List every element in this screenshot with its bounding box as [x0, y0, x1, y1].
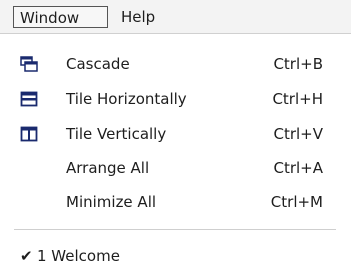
menu-help-label: Help: [121, 8, 156, 26]
menu-item-label: Minimize All: [66, 193, 157, 211]
menu-item-label: 1 Welcome: [37, 247, 120, 265]
menu-item-shortcut: Ctrl+H: [272, 90, 323, 108]
menu-bar: Window Help: [0, 0, 351, 33]
menu-item-tile-horizontally[interactable]: Tile Horizontally Ctrl+H: [0, 84, 351, 114]
menu-item-label: Tile Vertically: [66, 125, 167, 143]
menu-window[interactable]: Window: [13, 6, 108, 28]
menu-item-shortcut: Ctrl+A: [273, 159, 323, 177]
menu-item-tile-vertically[interactable]: Tile Vertically Ctrl+V: [0, 119, 351, 149]
menu-item-shortcut: Ctrl+V: [273, 125, 323, 143]
cascade-icon: [20, 56, 38, 72]
menu-item-window-welcome[interactable]: ✔ 1 Welcome: [0, 241, 351, 271]
menu-window-label: Window: [20, 9, 80, 27]
tile-horizontal-icon: [20, 91, 38, 107]
menu-item-label: Arrange All: [66, 159, 150, 177]
tile-vertical-icon: [20, 126, 38, 142]
menu-help[interactable]: Help: [115, 6, 161, 28]
menu-item-shortcut: Ctrl+M: [270, 193, 323, 211]
menu-item-cascade[interactable]: Cascade Ctrl+B: [0, 49, 351, 79]
menu-item-label: Cascade: [66, 55, 130, 73]
menu-item-label: Tile Horizontally: [66, 90, 187, 108]
menu-item-minimize-all[interactable]: Minimize All Ctrl+M: [0, 187, 351, 217]
menu-separator: [14, 229, 336, 230]
menu-item-arrange-all[interactable]: Arrange All Ctrl+A: [0, 153, 351, 183]
menu-item-shortcut: Ctrl+B: [273, 55, 323, 73]
window-menu-dropdown: Cascade Ctrl+B Tile Horizontally Ctrl+H …: [0, 33, 351, 272]
